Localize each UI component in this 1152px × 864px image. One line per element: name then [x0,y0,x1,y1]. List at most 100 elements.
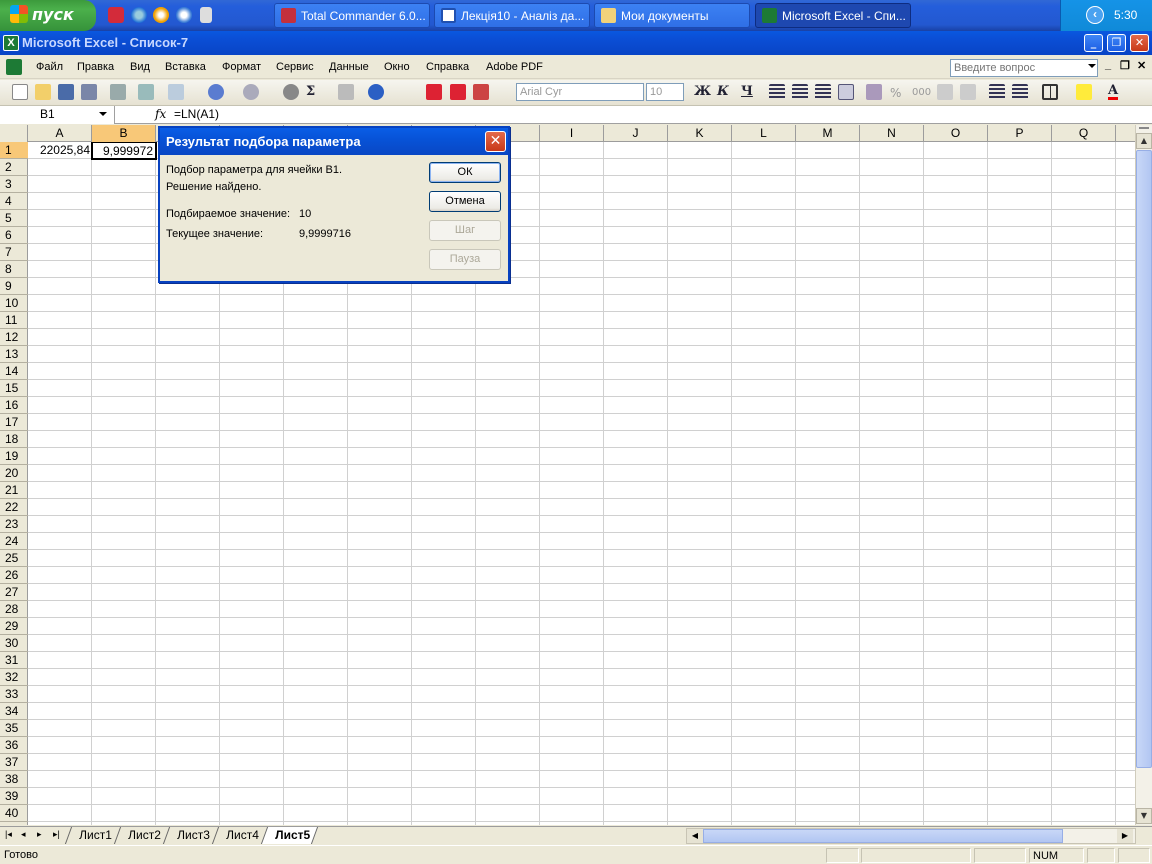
currency-icon[interactable] [866,84,882,100]
sheet-tab-active[interactable]: Лист5 [260,827,319,844]
italic-button[interactable]: К [717,84,729,99]
column-header[interactable]: Q [1052,125,1116,142]
percent-button[interactable]: % [890,86,901,100]
row-header[interactable]: 34 [0,703,28,720]
last-sheet-icon[interactable]: ▸| [53,829,60,840]
row-header[interactable]: 37 [0,754,28,771]
sheet-tab[interactable]: Лист1 [64,827,119,844]
internet-explorer-icon[interactable] [131,7,147,23]
new-icon[interactable] [12,84,28,100]
next-sheet-icon[interactable]: ▸ [37,829,42,840]
menu-format[interactable]: Формат [222,61,261,73]
column-header[interactable]: J [604,125,668,142]
column-header[interactable]: B [92,125,156,142]
outlook-express-icon[interactable] [176,7,192,23]
row-header[interactable]: 21 [0,482,28,499]
column-header[interactable]: I [540,125,604,142]
doc-close-button[interactable]: ✕ [1137,59,1146,72]
column-header[interactable]: N [860,125,924,142]
column-header[interactable]: M [796,125,860,142]
sort-ascending-icon[interactable] [338,84,354,100]
taskbar-button-word-doc[interactable]: Лекція10 - Аналіз да... [434,3,590,28]
start-button[interactable]: пуск [0,0,96,31]
scroll-down-arrow-icon[interactable]: ▼ [1136,808,1152,824]
name-box-dropdown-icon[interactable] [99,112,107,120]
scroll-right-arrow-icon[interactable]: ▶ [1117,829,1133,843]
print-icon[interactable] [110,84,126,100]
ok-button[interactable]: ОК [429,162,501,183]
menu-file[interactable]: Файл [36,61,63,73]
row-header[interactable]: 12 [0,329,28,346]
notepad-icon[interactable] [200,7,212,23]
open-icon[interactable] [35,84,51,100]
restore-button[interactable]: ❐ [1107,34,1126,52]
print-preview-icon[interactable] [138,84,154,100]
row-header[interactable]: 22 [0,499,28,516]
row-header[interactable]: 18 [0,431,28,448]
taskbar-button-total-commander[interactable]: Total Commander 6.0... [274,3,430,28]
row-header[interactable]: 26 [0,567,28,584]
paste-icon[interactable] [168,84,184,100]
font-size-combo[interactable]: 10 [646,83,684,101]
scroll-left-arrow-icon[interactable]: ◀ [687,829,703,843]
row-header[interactable]: 27 [0,584,28,601]
help-dropdown-icon[interactable] [1088,64,1096,72]
decrease-indent-icon[interactable] [989,84,1005,100]
menu-tools[interactable]: Сервис [276,61,314,73]
row-header[interactable]: 3 [0,176,28,193]
row-header[interactable]: 19 [0,448,28,465]
row-header[interactable]: 29 [0,618,28,635]
row-header[interactable]: 28 [0,601,28,618]
menu-view[interactable]: Вид [130,61,150,73]
cancel-button[interactable]: Отмена [429,191,501,212]
column-header[interactable]: O [924,125,988,142]
permission-icon[interactable] [81,84,97,100]
vertical-scrollbar[interactable]: ▲ ▼ [1135,125,1152,825]
row-header[interactable]: 32 [0,669,28,686]
row-header[interactable]: 16 [0,397,28,414]
select-all-corner[interactable] [0,125,28,142]
row-header[interactable]: 13 [0,346,28,363]
doc-restore-button[interactable]: ❐ [1120,59,1130,72]
font-color-icon[interactable]: A [1108,84,1119,100]
insert-function-button[interactable]: fx [155,107,166,121]
row-header[interactable]: 5 [0,210,28,227]
comma-style-button[interactable]: 000 [912,87,931,98]
decrease-decimal-icon[interactable] [960,84,976,100]
first-sheet-icon[interactable]: |◂ [5,829,12,840]
horizontal-scroll-thumb[interactable] [703,829,1063,843]
row-header[interactable]: 36 [0,737,28,754]
align-right-icon[interactable] [815,84,831,100]
row-header[interactable]: 35 [0,720,28,737]
row-header[interactable]: 33 [0,686,28,703]
align-left-icon[interactable] [769,84,785,100]
row-header[interactable]: 1 [0,142,28,159]
increase-indent-icon[interactable] [1012,84,1028,100]
step-button[interactable]: Шаг [429,220,501,241]
increase-decimal-icon[interactable] [937,84,953,100]
menu-window[interactable]: Окно [384,61,410,73]
sheet-tab[interactable]: Лист3 [162,827,217,844]
dialog-title[interactable]: Результат подбора параметра [160,128,508,155]
pdf-email-icon[interactable] [450,84,466,100]
underline-button[interactable]: Ч [741,84,753,99]
row-header[interactable]: 6 [0,227,28,244]
prev-sheet-icon[interactable]: ◂ [21,829,26,840]
taskbar-button-excel[interactable]: Microsoft Excel - Спи... [755,3,911,28]
cell-b1-selected[interactable]: 9,999972 [91,142,157,160]
menu-data[interactable]: Данные [329,61,369,73]
scroll-thumb[interactable] [1136,150,1152,768]
scroll-up-arrow-icon[interactable]: ▲ [1136,133,1152,149]
pdf-review-icon[interactable] [473,84,489,100]
create-pdf-icon[interactable] [426,84,442,100]
menu-insert[interactable]: Вставка [165,61,206,73]
pause-button[interactable]: Пауза [429,249,501,270]
formula-input[interactable]: =LN(A1) [174,107,219,121]
tray-expand-chevron-icon[interactable]: ‹ [1086,6,1104,24]
hyperlink-icon[interactable] [283,84,299,100]
save-icon[interactable] [58,84,74,100]
horizontal-scrollbar[interactable]: ◀ ▶ [686,828,1136,844]
quicklaunch-app-icon[interactable] [108,7,124,23]
menu-adobe-pdf[interactable]: Adobe PDF [486,61,543,73]
help-icon[interactable] [368,84,384,100]
